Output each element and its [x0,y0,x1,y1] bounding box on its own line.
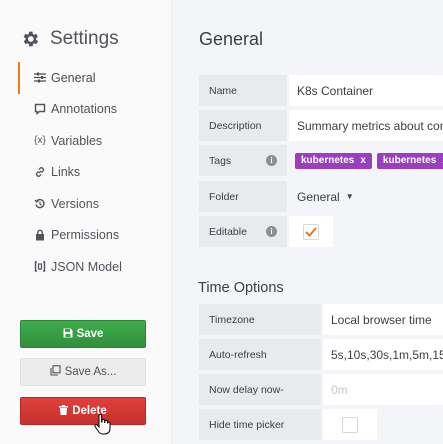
now-delay-label: Now delay now- [199,374,321,405]
settings-main: General Name K8s Container Description S… [172,0,443,444]
editable-row: Editable i [199,216,443,247]
settings-nav: General Annotations {x} Variables Links … [18,62,168,283]
timezone-select[interactable]: Local browser time [323,304,443,335]
hide-picker-checkbox[interactable] [342,416,358,433]
tag-chip-label: kubernetes [382,155,437,166]
history-icon [33,197,47,211]
tags-label: Tags i [199,145,287,176]
tags-row: Tags i kubernetes x kubernetes x [199,145,443,176]
copy-icon [50,365,61,379]
time-options-heading: Time Options [198,280,284,296]
nav-item-label: Versions [51,196,99,211]
now-delay-input[interactable]: 0m [323,374,443,405]
editable-label-text: Editable [209,225,247,238]
nav-item-annotations[interactable]: Annotations [18,94,168,126]
folder-select[interactable]: General ▼ [289,181,443,212]
nav-item-label: Annotations [51,102,118,117]
tag-chip-label: kubernetes [301,155,355,166]
nav-item-links[interactable]: Links [18,157,168,189]
nav-item-json-model[interactable]: JSON Model [18,251,168,283]
name-label: Name [199,75,287,106]
settings-sidebar: Settings General Annotations {x} Variabl… [0,0,172,444]
tag-chip: kubernetes x [376,152,443,169]
nav-item-label: Variables [51,133,103,148]
now-delay-row: Now delay now- 0m [199,374,443,405]
hide-picker-checkbox-wrap [323,409,377,440]
nav-item-label: Permissions [51,228,120,243]
delete-button[interactable]: Delete [20,397,146,425]
folder-select-value: General [297,189,340,204]
info-icon[interactable]: i [266,226,277,237]
hide-picker-row: Hide time picker [199,409,443,440]
editable-label: Editable i [199,216,287,247]
hand-cursor-icon [94,413,111,435]
nav-item-label: JSON Model [51,259,122,274]
trash-icon [59,404,69,418]
save-as-button[interactable]: Save As... [20,358,146,386]
save-button[interactable]: Save [20,320,146,348]
nav-item-versions[interactable]: Versions [18,188,168,220]
save-as-button-label: Save As... [64,366,117,378]
nav-item-label: General [51,70,96,85]
nav-item-general[interactable]: General [18,62,168,94]
name-row: Name K8s Container [199,75,443,106]
checkmark-icon [305,226,317,237]
nav-item-label: Links [51,165,81,180]
autorefresh-label: Auto-refresh [199,339,321,370]
comment-icon [33,102,47,116]
variable-icon: {x} [34,135,46,147]
gear-icon [23,31,39,47]
tag-remove-icon[interactable]: x [360,155,366,166]
tag-chip: kubernetes x [295,152,372,169]
info-icon[interactable]: i [266,155,277,166]
save-button-label: Save [76,328,104,340]
hide-picker-label: Hide time picker [199,409,321,440]
settings-title-text: Settings [50,28,119,49]
name-input[interactable]: K8s Container [289,75,443,106]
autorefresh-input[interactable]: 5s,10s,30s,1m,5m,15m [323,339,443,370]
json-icon [33,260,47,274]
caret-down-icon: ▼ [345,192,354,201]
description-input[interactable]: Summary metrics about containers [289,110,443,141]
floppy-icon [63,328,73,341]
timezone-label: Timezone [199,304,321,335]
editable-checkbox-wrap [289,216,333,247]
timezone-row: Timezone Local browser time [199,304,443,335]
nav-item-variables[interactable]: {x} Variables [18,125,168,157]
editable-checkbox[interactable] [303,223,319,240]
autorefresh-row: Auto-refresh 5s,10s,30s,1m,5m,15m [199,339,443,370]
nav-item-permissions[interactable]: Permissions [18,220,168,252]
folder-row: Folder General ▼ [199,181,443,212]
folder-label: Folder [199,181,287,212]
lock-icon [33,228,47,242]
description-row: Description Summary metrics about contai… [199,110,443,141]
tags-label-text: Tags [209,154,232,167]
sliders-icon [33,71,47,85]
general-heading: General [199,29,264,49]
settings-title: Settings [20,27,119,51]
description-label: Description [199,110,287,141]
tags-input[interactable]: kubernetes x kubernetes x [289,145,443,176]
link-icon [33,165,47,179]
